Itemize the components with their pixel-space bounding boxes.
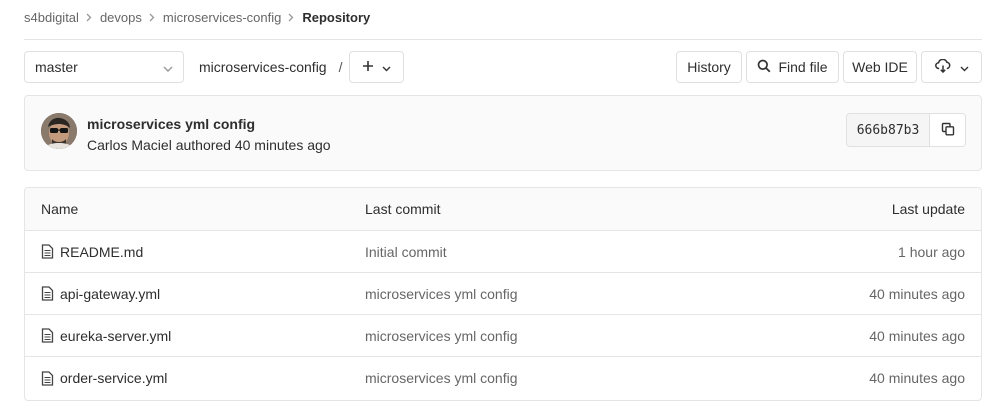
- file-last-update: 1 hour ago: [898, 243, 965, 260]
- branch-dropdown[interactable]: master: [24, 51, 184, 83]
- chevron-down-icon: [382, 59, 391, 75]
- table-row[interactable]: README.md Initial commit 1 hour ago: [25, 231, 981, 273]
- web-ide-button[interactable]: Web IDE: [843, 51, 917, 83]
- chevron-right-icon: [149, 13, 155, 22]
- breadcrumb-item-group[interactable]: s4bdigital: [24, 10, 79, 25]
- history-button[interactable]: History: [676, 51, 742, 83]
- commit-sha-group: 666b87b3: [846, 113, 966, 147]
- copy-icon: [941, 122, 955, 139]
- file-text-icon: [41, 370, 54, 386]
- copy-sha-button[interactable]: [930, 114, 965, 146]
- file-text-icon: [41, 286, 54, 301]
- plus-icon: [362, 59, 374, 75]
- column-header-last-update: Last update: [891, 201, 965, 217]
- file-name: eureka-server.yml: [60, 327, 172, 344]
- repository-path: microservices-config /: [199, 51, 342, 83]
- file-last-update: 40 minutes ago: [869, 285, 965, 302]
- chevron-down-icon: [960, 59, 969, 75]
- breadcrumb-item-current[interactable]: Repository: [302, 10, 370, 25]
- file-last-commit[interactable]: microservices yml config: [365, 357, 517, 399]
- breadcrumb-divider: [24, 39, 982, 40]
- chevron-down-icon: [163, 59, 173, 75]
- cloud-download-icon: [934, 58, 951, 76]
- repository-toolbar: master microservices-config / History Fi…: [24, 51, 982, 83]
- column-header-last-commit: Last commit: [365, 201, 441, 217]
- commit-sha[interactable]: 666b87b3: [847, 114, 930, 146]
- chevron-right-icon: [86, 13, 92, 22]
- file-last-commit[interactable]: microservices yml config: [365, 315, 517, 356]
- file-text-icon: [41, 244, 54, 259]
- file-name: README.md: [60, 243, 144, 260]
- table-header-row: Name Last commit Last update: [25, 188, 981, 231]
- file-name-cell[interactable]: README.md: [41, 231, 143, 272]
- breadcrumb: s4bdigital devops microservices-config R…: [24, 8, 370, 26]
- search-icon: [757, 59, 771, 76]
- author-avatar[interactable]: [41, 113, 77, 149]
- file-text-icon: [41, 328, 54, 343]
- path-root-link[interactable]: microservices-config: [199, 59, 327, 75]
- add-to-tree-dropdown[interactable]: [349, 51, 404, 83]
- breadcrumb-item-subgroup[interactable]: devops: [100, 10, 142, 25]
- breadcrumb-item-project[interactable]: microservices-config: [163, 10, 281, 25]
- last-commit-panel: microservices yml config Carlos Maciel a…: [24, 95, 982, 171]
- file-tree-table: Name Last commit Last update README.md I…: [24, 187, 982, 401]
- path-separator: /: [338, 59, 343, 75]
- find-file-button[interactable]: Find file: [746, 51, 839, 83]
- branch-name: master: [35, 59, 78, 75]
- file-last-commit[interactable]: Initial commit: [365, 231, 447, 272]
- find-file-label: Find file: [778, 59, 828, 75]
- file-last-update: 40 minutes ago: [869, 327, 965, 344]
- file-name-cell[interactable]: order-service.yml: [41, 357, 167, 399]
- file-name-cell[interactable]: eureka-server.yml: [41, 315, 171, 356]
- download-dropdown[interactable]: [921, 51, 982, 83]
- table-row[interactable]: eureka-server.yml microservices yml conf…: [25, 315, 981, 357]
- file-last-commit[interactable]: microservices yml config: [365, 273, 517, 314]
- table-row[interactable]: order-service.yml microservices yml conf…: [25, 357, 981, 399]
- table-row[interactable]: api-gateway.yml microservices yml config…: [25, 273, 981, 315]
- file-name: order-service.yml: [60, 370, 168, 386]
- chevron-right-icon: [288, 13, 294, 22]
- commit-title[interactable]: microservices yml config: [87, 116, 255, 132]
- file-name-cell[interactable]: api-gateway.yml: [41, 273, 160, 314]
- file-name: api-gateway.yml: [60, 285, 161, 302]
- commit-author-line: Carlos Maciel authored 40 minutes ago: [87, 137, 331, 153]
- file-last-update: 40 minutes ago: [869, 370, 965, 386]
- column-header-name: Name: [41, 201, 79, 217]
